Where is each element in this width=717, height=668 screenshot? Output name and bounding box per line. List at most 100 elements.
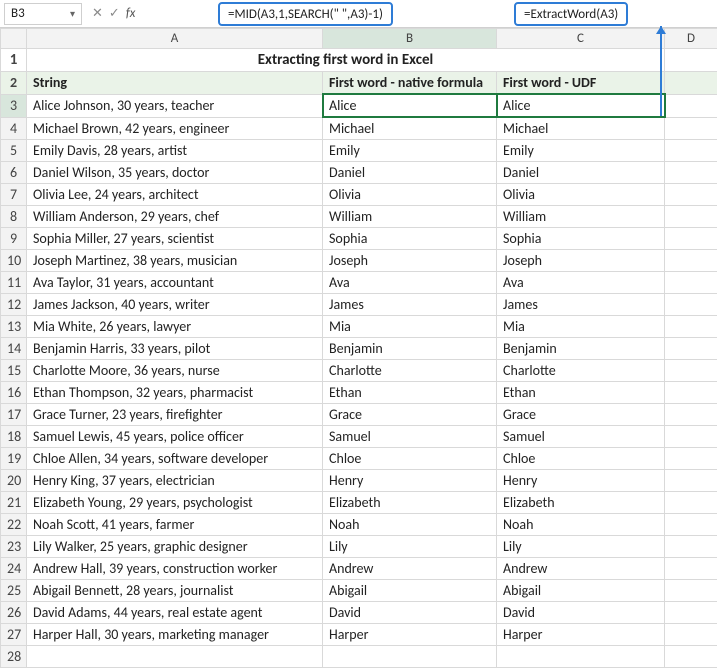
cell[interactable] (665, 360, 717, 382)
cell[interactable] (665, 558, 717, 580)
cell-first-word-native[interactable]: Mia (323, 316, 497, 338)
cell[interactable] (665, 580, 717, 602)
cell[interactable] (665, 426, 717, 448)
spreadsheet-grid[interactable]: A B C D 1 Extracting first word in Excel… (0, 28, 717, 668)
cell-string[interactable]: Sophia Miller, 27 years, scientist (27, 228, 323, 250)
row-head[interactable]: 8 (1, 206, 27, 228)
cell-first-word-native[interactable]: Chloe (323, 448, 497, 470)
row-head[interactable]: 18 (1, 426, 27, 448)
cell-first-word-udf[interactable]: Ava (497, 272, 665, 294)
cell-first-word-udf[interactable]: Lily (497, 536, 665, 558)
cell[interactable] (323, 646, 497, 668)
chevron-down-icon[interactable]: ▾ (70, 7, 75, 20)
row-head[interactable]: 5 (1, 140, 27, 162)
cell-first-word-native[interactable]: Alice (323, 94, 497, 117)
cell-first-word-udf[interactable]: David (497, 602, 665, 624)
cell[interactable] (665, 448, 717, 470)
row-head[interactable]: 12 (1, 294, 27, 316)
cell-first-word-udf[interactable]: Alice (497, 94, 665, 117)
cell-first-word-udf[interactable]: Olivia (497, 184, 665, 206)
cell-string[interactable]: William Anderson, 29 years, chef (27, 206, 323, 228)
cell[interactable] (665, 250, 717, 272)
cell-first-word-native[interactable]: Harper (323, 624, 497, 646)
cell-first-word-native[interactable]: Ava (323, 272, 497, 294)
cell-first-word-udf[interactable]: Mia (497, 316, 665, 338)
row-head[interactable]: 4 (1, 117, 27, 140)
col-head-D[interactable]: D (665, 29, 717, 49)
cell[interactable] (665, 49, 717, 72)
cell-first-word-udf[interactable]: Sophia (497, 228, 665, 250)
col-head-B[interactable]: B (323, 29, 497, 49)
cell-first-word-udf[interactable]: Harper (497, 624, 665, 646)
select-all-corner[interactable] (1, 29, 27, 49)
cell-string[interactable]: Harper Hall, 30 years, marketing manager (27, 624, 323, 646)
cell-first-word-udf[interactable]: Chloe (497, 448, 665, 470)
sheet-title[interactable]: Extracting first word in Excel (27, 49, 665, 72)
cell-first-word-udf[interactable]: William (497, 206, 665, 228)
cell-first-word-udf[interactable]: Andrew (497, 558, 665, 580)
cell[interactable] (665, 228, 717, 250)
cell-first-word-native[interactable]: Charlotte (323, 360, 497, 382)
cell-first-word-udf[interactable]: Ethan (497, 382, 665, 404)
row-head[interactable]: 11 (1, 272, 27, 294)
cell-first-word-udf[interactable]: Abigail (497, 580, 665, 602)
row-head[interactable]: 15 (1, 360, 27, 382)
cell-first-word-udf[interactable]: Grace (497, 404, 665, 426)
header-string[interactable]: String (27, 72, 323, 95)
row-head[interactable]: 17 (1, 404, 27, 426)
cell-string[interactable]: Lily Walker, 25 years, graphic designer (27, 536, 323, 558)
cell[interactable] (665, 382, 717, 404)
cell-string[interactable]: Benjamin Harris, 33 years, pilot (27, 338, 323, 360)
row-head[interactable]: 7 (1, 184, 27, 206)
cell[interactable] (665, 140, 717, 162)
cell-first-word-native[interactable]: Olivia (323, 184, 497, 206)
cell-string[interactable]: Samuel Lewis, 45 years, police officer (27, 426, 323, 448)
cell-first-word-native[interactable]: David (323, 602, 497, 624)
cell[interactable] (665, 646, 717, 668)
cell-first-word-native[interactable]: Henry (323, 470, 497, 492)
cell-string[interactable]: Michael Brown, 42 years, engineer (27, 117, 323, 140)
row-head[interactable]: 24 (1, 558, 27, 580)
cell-string[interactable]: Ava Taylor, 31 years, accountant (27, 272, 323, 294)
fx-icon[interactable]: fx (126, 6, 136, 21)
cell-first-word-native[interactable]: Elizabeth (323, 492, 497, 514)
cell-string[interactable]: Grace Turner, 23 years, firefighter (27, 404, 323, 426)
cell-first-word-native[interactable]: Samuel (323, 426, 497, 448)
cell-string[interactable]: Alice Johnson, 30 years, teacher (27, 94, 323, 117)
cell-string[interactable]: Emily Davis, 28 years, artist (27, 140, 323, 162)
cell-first-word-udf[interactable]: Elizabeth (497, 492, 665, 514)
cell-first-word-udf[interactable]: Michael (497, 117, 665, 140)
cell-string[interactable]: Abigail Bennett, 28 years, journalist (27, 580, 323, 602)
cell[interactable] (665, 514, 717, 536)
cell-first-word-native[interactable]: Emily (323, 140, 497, 162)
cell[interactable] (665, 94, 717, 117)
row-head[interactable]: 9 (1, 228, 27, 250)
cell[interactable] (665, 72, 717, 95)
cell-first-word-native[interactable]: Abigail (323, 580, 497, 602)
cell[interactable] (665, 602, 717, 624)
cell[interactable] (665, 117, 717, 140)
cell-first-word-native[interactable]: Andrew (323, 558, 497, 580)
accept-icon[interactable]: ✓ (109, 6, 120, 21)
header-native[interactable]: First word - native formula (323, 72, 497, 95)
cell[interactable] (665, 492, 717, 514)
cell[interactable] (665, 294, 717, 316)
row-head[interactable]: 20 (1, 470, 27, 492)
cell-first-word-native[interactable]: Lily (323, 536, 497, 558)
row-head[interactable]: 2 (1, 72, 27, 95)
cell-first-word-udf[interactable]: Emily (497, 140, 665, 162)
cell-string[interactable]: Daniel Wilson, 35 years, doctor (27, 162, 323, 184)
row-head[interactable]: 13 (1, 316, 27, 338)
cell-string[interactable]: James Jackson, 40 years, writer (27, 294, 323, 316)
cell[interactable] (27, 646, 323, 668)
cell-first-word-native[interactable]: Benjamin (323, 338, 497, 360)
header-udf[interactable]: First word - UDF (497, 72, 665, 95)
row-head[interactable]: 6 (1, 162, 27, 184)
cell-string[interactable]: Henry King, 37 years, electrician (27, 470, 323, 492)
cell-first-word-native[interactable]: Joseph (323, 250, 497, 272)
cell-string[interactable]: Chloe Allen, 34 years, software develope… (27, 448, 323, 470)
row-head[interactable]: 27 (1, 624, 27, 646)
row-head[interactable]: 1 (1, 49, 27, 72)
cell-first-word-udf[interactable]: James (497, 294, 665, 316)
cancel-icon[interactable]: ✕ (92, 6, 103, 21)
